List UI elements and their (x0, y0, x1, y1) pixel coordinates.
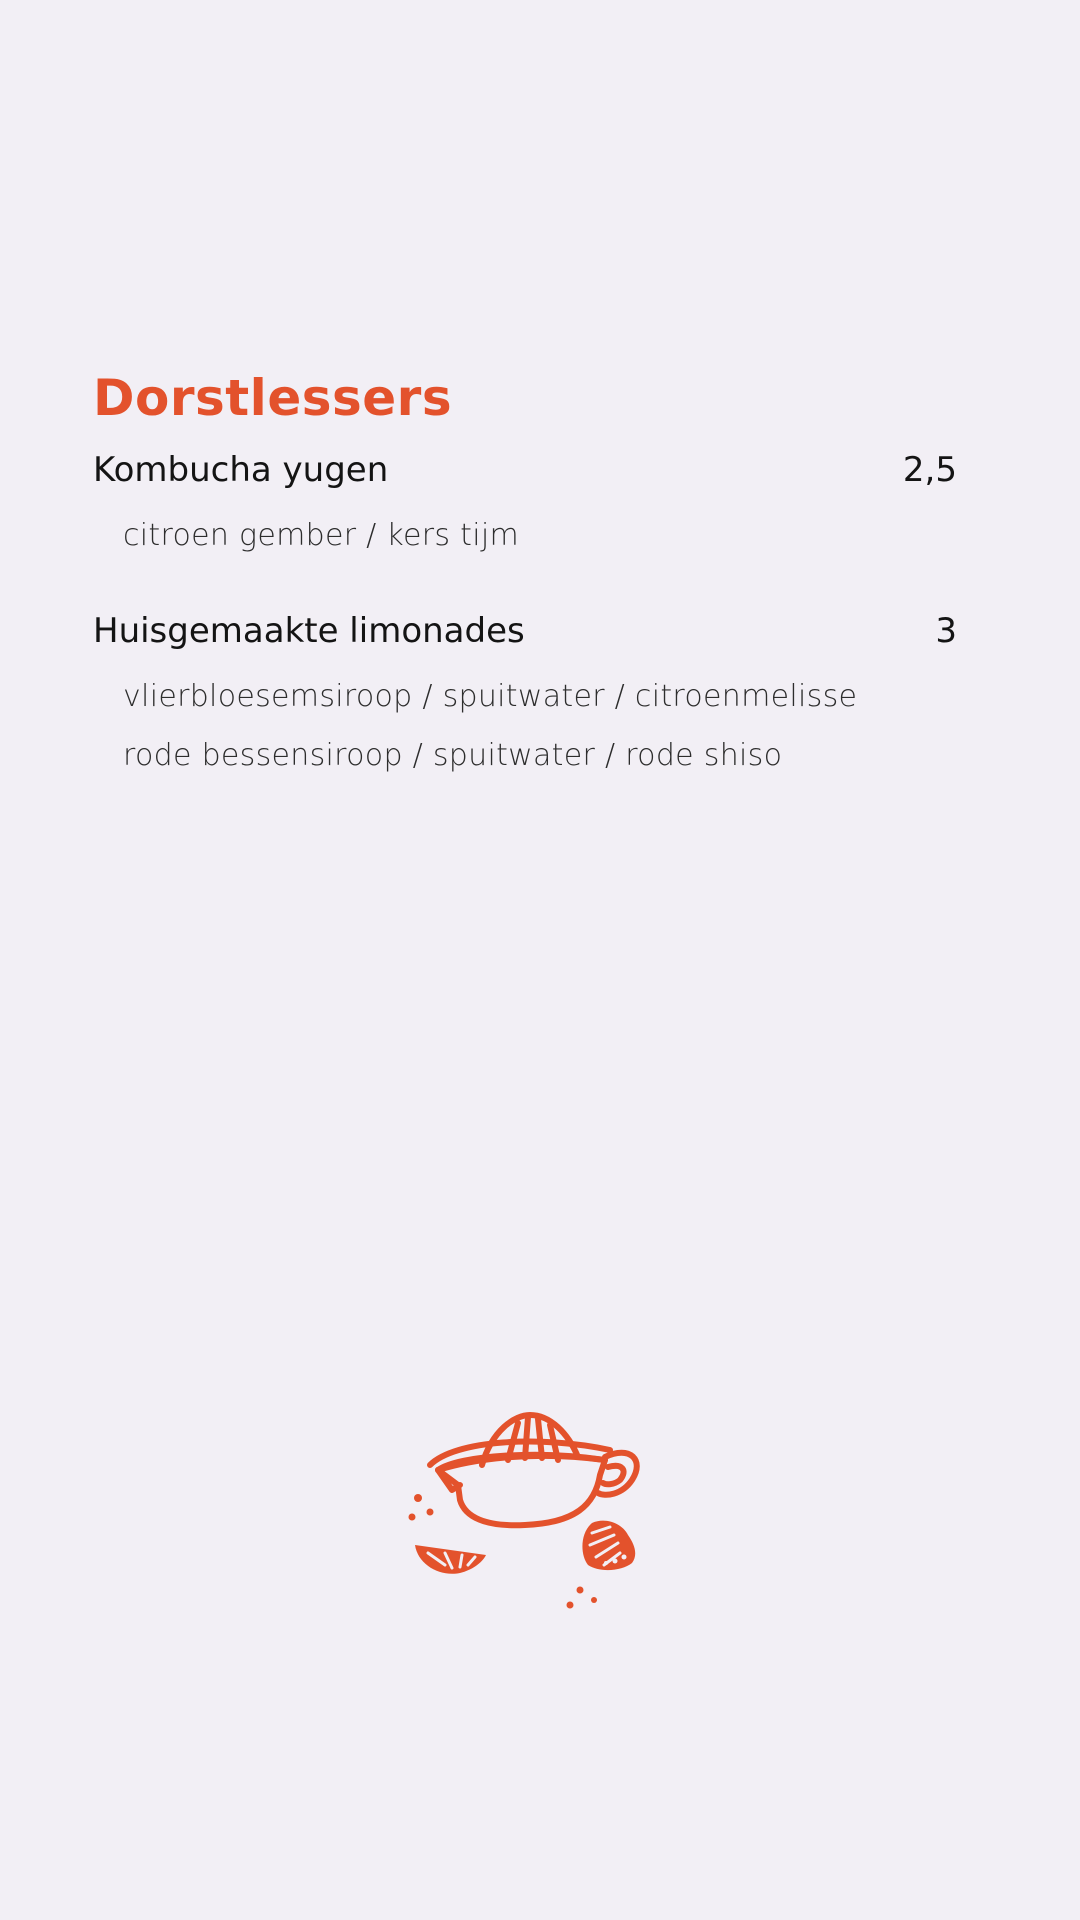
menu-item-kombucha: Kombucha yugen 2,5 citroen gember / kers… (93, 434, 957, 565)
item-price: 3 (935, 611, 957, 651)
item-name: Huisgemaakte limonades (93, 611, 525, 651)
citrus-juicer-icon (400, 1405, 670, 1625)
menu-item-limonades: Huisgemaakte limonades 3 vlierbloesemsir… (93, 595, 957, 785)
item-price: 2,5 (902, 450, 957, 490)
item-description: vlierbloesemsiroop / spuitwater / citroe… (123, 679, 858, 714)
item-description: citroen gember / kers tijm (123, 518, 520, 553)
section-title: Dorstlessers (93, 369, 453, 427)
menu-section: Dorstlessers Kombucha yugen 2,5 citroen … (93, 362, 957, 785)
item-name: Kombucha yugen (93, 450, 389, 490)
menu-item-row: Huisgemaakte limonades 3 (93, 595, 957, 667)
menu-item-row: Kombucha yugen 2,5 (93, 434, 957, 506)
item-description: rode bessensiroop / spuitwater / rode sh… (123, 738, 783, 773)
